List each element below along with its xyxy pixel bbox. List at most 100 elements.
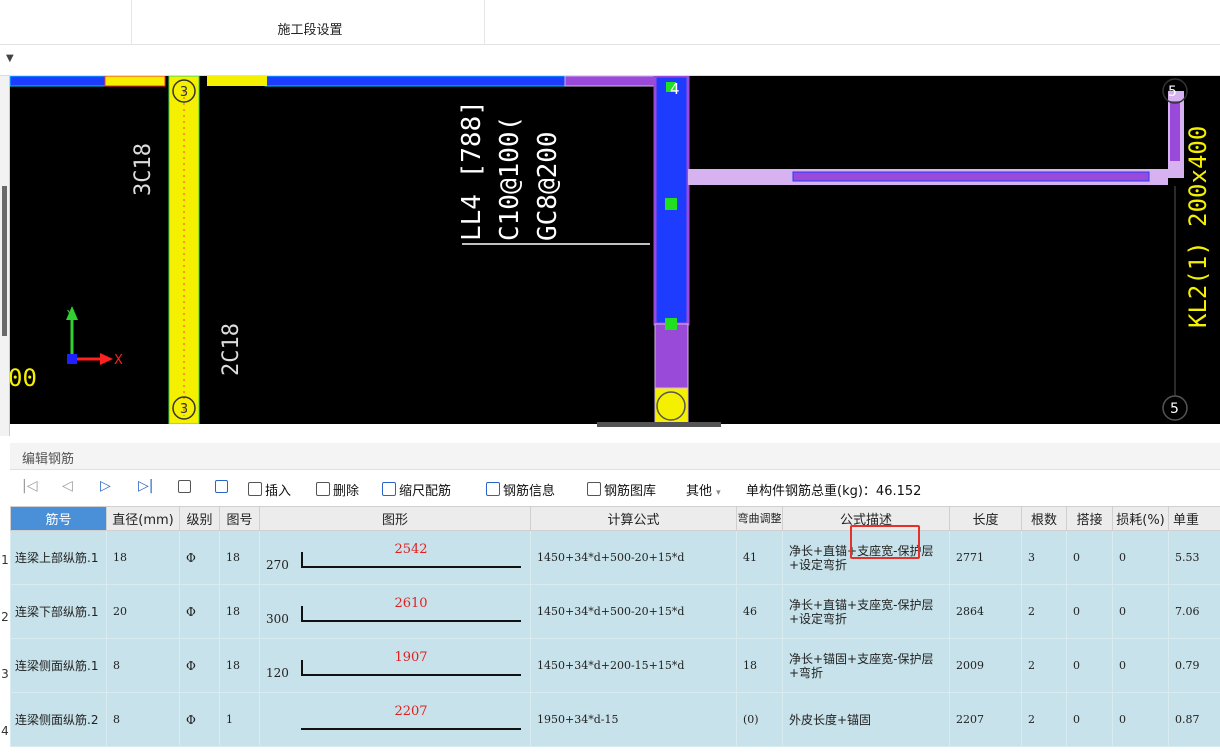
col-header[interactable]: 图号: [219, 506, 260, 531]
col-header[interactable]: 图形: [259, 506, 531, 531]
col-header[interactable]: 损耗(%): [1112, 506, 1169, 531]
left-splitter[interactable]: [0, 76, 10, 436]
cell-lap[interactable]: 0: [1066, 530, 1113, 585]
col-header[interactable]: 级别: [179, 506, 220, 531]
cell-formula[interactable]: 1450+34*d+500-20+15*d: [530, 530, 737, 585]
col-header[interactable]: 长度: [949, 506, 1022, 531]
grip-point[interactable]: [665, 198, 677, 210]
rebar-table: 筋号 直径(mm) 级别 图号 图形 计算公式 弯曲调整 公式描述 长度 根数 …: [10, 506, 1220, 747]
col-header[interactable]: 弯曲调整: [736, 506, 783, 531]
cell-shape[interactable]: 270 2542: [259, 530, 531, 585]
grip-point[interactable]: [665, 318, 677, 330]
table-row[interactable]: 连梁侧面纵筋.2 8 Φ 1 2207 1950+34*d-15 (0) 外皮长…: [10, 692, 1220, 747]
col-header[interactable]: 筋号: [10, 506, 107, 531]
cell-formula[interactable]: 1950+34*d-15: [530, 692, 737, 747]
cell-grade[interactable]: Φ: [179, 530, 220, 585]
cell-shape[interactable]: 300 2610: [259, 584, 531, 639]
cell-shape[interactable]: 2207: [259, 692, 531, 747]
purple-column-segment[interactable]: [654, 323, 689, 389]
cell-count[interactable]: 2: [1021, 584, 1067, 639]
cell-desc[interactable]: 净长+直锚+支座宽-保护层+设定弯折: [782, 584, 950, 639]
cell-grade[interactable]: Φ: [179, 638, 220, 693]
col-header[interactable]: 直径(mm): [106, 506, 180, 531]
cell-dia[interactable]: 18: [106, 530, 180, 585]
cell-count[interactable]: 2: [1021, 638, 1067, 693]
cell-unit-weight[interactable]: 0.79: [1168, 638, 1220, 693]
chevron-down-icon[interactable]: ▼: [6, 53, 14, 64]
cell-bend[interactable]: 18: [736, 638, 783, 693]
cell-desc[interactable]: 外皮长度+锚固: [782, 692, 950, 747]
cell-bend[interactable]: 46: [736, 584, 783, 639]
cell-dia[interactable]: 8: [106, 638, 180, 693]
beam-top-left[interactable]: [10, 76, 106, 87]
yellow-column-base[interactable]: [654, 387, 689, 424]
cell-fig[interactable]: 18: [219, 530, 260, 585]
last-record-icon[interactable]: ▷|: [138, 478, 153, 494]
first-record-icon[interactable]: |◁: [22, 478, 37, 494]
table-row[interactable]: 连梁上部纵筋.1 18 Φ 18 270 2542 1450+34*d+500-2…: [10, 530, 1220, 585]
purple-beam-inner[interactable]: [792, 171, 1150, 182]
cell-length[interactable]: 2864: [949, 584, 1022, 639]
cell-loss[interactable]: 0: [1112, 530, 1169, 585]
col-header[interactable]: 计算公式: [530, 506, 737, 531]
cell-name[interactable]: 连梁侧面纵筋.1: [10, 638, 107, 693]
row-number: 4: [1, 724, 9, 738]
cell-unit-weight[interactable]: 7.06: [1168, 584, 1220, 639]
cell-bend[interactable]: (0): [736, 692, 783, 747]
cell-lap[interactable]: 0: [1066, 638, 1113, 693]
cell-length[interactable]: 2009: [949, 638, 1022, 693]
other-menu-button[interactable]: 其他 ▾: [686, 480, 721, 499]
library-label: 钢筋图库: [604, 484, 657, 499]
cell-unit-weight[interactable]: 5.53: [1168, 530, 1220, 585]
rebar-library-button[interactable]: 钢筋图库: [587, 480, 656, 499]
cell-grade[interactable]: Φ: [179, 692, 220, 747]
move-down-icon[interactable]: [215, 480, 231, 496]
cell-desc[interactable]: 净长+锚固+支座宽-保护层+弯折: [782, 638, 950, 693]
col-header[interactable]: 单重: [1168, 506, 1220, 531]
cell-dia[interactable]: 8: [106, 692, 180, 747]
cell-name[interactable]: 连梁上部纵筋.1: [10, 530, 107, 585]
col-header[interactable]: 根数: [1021, 506, 1067, 531]
purple-column-right[interactable]: [1170, 101, 1180, 161]
shape-length: 2207: [394, 703, 428, 719]
drawing-canvas[interactable]: 3 3 3C18 2C18 00 Y X LL4 [788] C10@100( …: [10, 76, 1220, 424]
cell-lap[interactable]: 0: [1066, 692, 1113, 747]
next-record-icon[interactable]: ▷: [100, 478, 111, 494]
cell-lap[interactable]: 0: [1066, 584, 1113, 639]
beam-top-yellow-2[interactable]: [207, 76, 267, 86]
cell-grade[interactable]: Φ: [179, 584, 220, 639]
cell-formula[interactable]: 1450+34*d+500-20+15*d: [530, 584, 737, 639]
cell-loss[interactable]: 0: [1112, 584, 1169, 639]
delete-button[interactable]: 删除: [316, 480, 359, 499]
cell-fig[interactable]: 1: [219, 692, 260, 747]
insert-button[interactable]: 插入: [248, 480, 291, 499]
cell-name[interactable]: 连梁下部纵筋.1: [10, 584, 107, 639]
cell-count[interactable]: 2: [1021, 692, 1067, 747]
table-row[interactable]: 连梁下部纵筋.1 20 Φ 18 300 2610 1450+34*d+500-2…: [10, 584, 1220, 639]
cell-name[interactable]: 连梁侧面纵筋.2: [10, 692, 107, 747]
cell-loss[interactable]: 0: [1112, 692, 1169, 747]
beam-top-middle[interactable]: [264, 76, 566, 87]
table-row[interactable]: 连梁侧面纵筋.1 8 Φ 18 120 1907 1450+34*d+200-15…: [10, 638, 1220, 693]
tab-construction-segment[interactable]: 施工段设置: [240, 19, 380, 38]
cell-formula[interactable]: 1450+34*d+200-15+15*d: [530, 638, 737, 693]
cell-fig[interactable]: 18: [219, 584, 260, 639]
cell-dia[interactable]: 20: [106, 584, 180, 639]
scale-rebar-button[interactable]: 缩尺配筋: [382, 480, 451, 499]
cell-count[interactable]: 3: [1021, 530, 1067, 585]
cell-length[interactable]: 2771: [949, 530, 1022, 585]
beam-top-yellow[interactable]: [104, 76, 166, 87]
col-header[interactable]: 搭接: [1066, 506, 1113, 531]
splitter-grip[interactable]: [2, 186, 7, 336]
cell-fig[interactable]: 18: [219, 638, 260, 693]
cell-bend[interactable]: 41: [736, 530, 783, 585]
cell-loss[interactable]: 0: [1112, 638, 1169, 693]
cell-length[interactable]: 2207: [949, 692, 1022, 747]
cell-shape[interactable]: 120 1907: [259, 638, 531, 693]
rebar-info-button[interactable]: 钢筋信息: [486, 480, 555, 499]
cell-unit-weight[interactable]: 0.87: [1168, 692, 1220, 747]
prev-record-icon[interactable]: ◁: [62, 478, 73, 494]
canvas-scrollbar[interactable]: [597, 422, 721, 427]
move-up-icon[interactable]: [178, 480, 194, 496]
shape-left-value: 120: [266, 665, 289, 680]
